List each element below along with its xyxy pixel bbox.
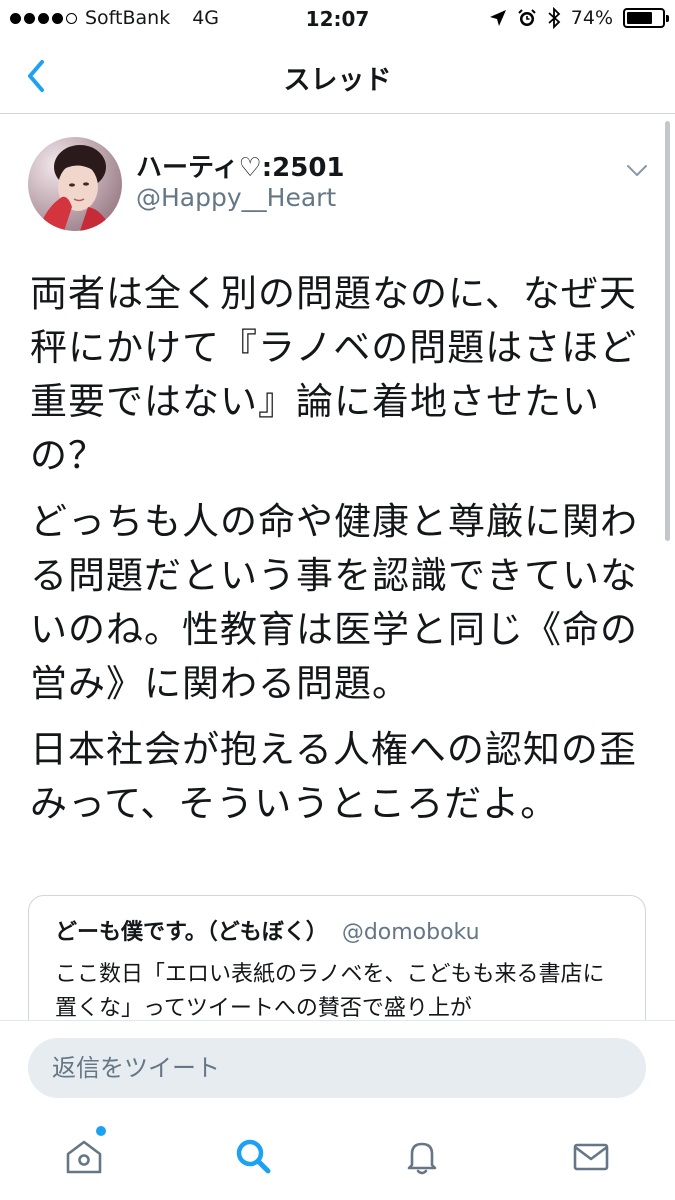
reply-input[interactable]: 返信をツイート (28, 1038, 646, 1098)
chevron-down-icon (627, 165, 647, 176)
thread-content[interactable]: ハーティ♡:2501 @Happy__Heart 両者は全く別の問題なのに、なぜ… (0, 115, 675, 1020)
quoted-tweet-header: どーも僕です。（どもぼく） @domoboku (55, 914, 619, 946)
reply-bar: 返信をツイート (0, 1020, 675, 1112)
tab-search[interactable] (169, 1112, 338, 1200)
battery-percent: 74% (570, 7, 613, 29)
notification-dot (96, 1126, 106, 1136)
tweet-paragraph: 両者は全く別の問題なのに、なぜ天秤にかけて『ラノベの問題はさほど重要ではない』論… (30, 272, 638, 477)
tab-home[interactable] (0, 1112, 169, 1200)
scrollbar[interactable] (665, 121, 670, 541)
display-name[interactable]: ハーティ♡:2501 (136, 147, 345, 184)
status-bar: SoftBank 4G 12:07 74% (0, 0, 675, 38)
quoted-tweet[interactable]: どーも僕です。（どもぼく） @domoboku ここ数日「エロい表紙のラノベを、こ… (28, 895, 646, 1020)
bluetooth-icon (548, 7, 561, 29)
location-arrow-icon (489, 10, 506, 26)
status-left: SoftBank 4G (10, 7, 219, 29)
bell-icon (407, 1142, 437, 1175)
battery-fill (627, 12, 653, 24)
quoted-display-name: どーも僕です。（どもぼく） (55, 920, 328, 945)
tab-messages[interactable] (506, 1112, 675, 1200)
mail-icon (573, 1143, 608, 1171)
signal-strength-icon (10, 12, 77, 24)
tweet-options-button[interactable] (626, 163, 648, 179)
carrier-label: SoftBank (85, 7, 171, 29)
status-right: 74% (489, 7, 669, 29)
page-title: スレッド (283, 65, 392, 96)
quoted-handle: @domoboku (341, 920, 480, 945)
tab-bar (0, 1112, 675, 1200)
search-icon (236, 1139, 271, 1174)
user-handle[interactable]: @Happy__Heart (136, 183, 336, 212)
home-icon (67, 1140, 102, 1174)
tweet-header: ハーティ♡:2501 @Happy__Heart (28, 137, 648, 237)
avatar[interactable] (28, 137, 122, 231)
alarm-clock-icon (518, 9, 536, 26)
navigation-bar: スレッド (0, 38, 675, 114)
avatar-image (28, 137, 122, 231)
network-label: 4G (192, 7, 220, 29)
battery-icon (623, 8, 669, 28)
quoted-tweet-text: ここ数日「エロい表紙のラノベを、こどもも来る書店に置くな」ってツイートへの賛否で… (55, 962, 605, 1020)
tweet-paragraph: 日本社会が抱える人権への認知の歪みって、そういうところだよ。 (30, 728, 637, 825)
tab-notifications[interactable] (338, 1112, 507, 1200)
tweet-paragraph: どっちも人の命や健康と尊厳に関わる問題だという事を認識できていないのね。性教育は… (30, 500, 638, 705)
tweet-text: 両者は全く別の問題なのに、なぜ天秤にかけて『ラノベの問題はさほど重要ではない』論… (30, 267, 640, 831)
